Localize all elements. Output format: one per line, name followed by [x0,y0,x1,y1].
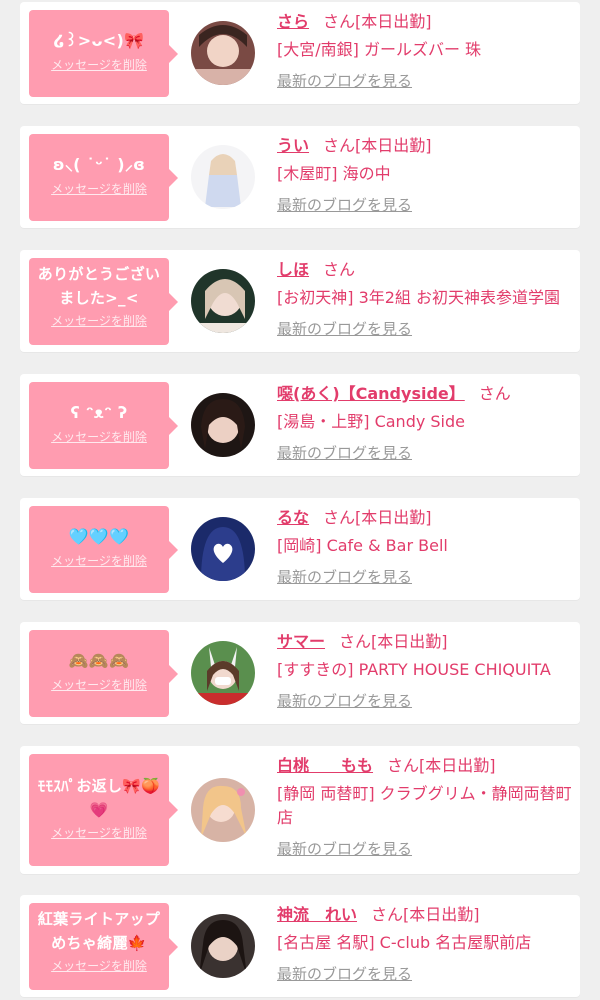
cast-info: うい さん[本日出勤] [木屋町] 海の中 最新のブログを見る [277,134,572,215]
cast-info: 神流 れい さん[本日出勤] [名古屋 名駅] C-club 名古屋駅前店 最新の… [277,903,572,984]
status-badge: [本日出勤] [355,508,432,527]
cast-name-link[interactable]: 神流 れい [277,905,357,924]
cast-name-link[interactable]: るな [277,508,309,527]
message-bubble: ʕ ᵔᴥᵔ ʔ メッセージを削除 [29,382,178,469]
view-blog-link[interactable]: 最新のブログを見る [277,963,412,984]
honorific: さん [478,384,511,403]
message-bubble: ありがとうござい ました>_< メッセージを削除 [29,258,178,345]
shop-name: [静岡 両替町] クラブグリム・静岡両替町店 [277,784,572,827]
avatar[interactable] [191,145,255,209]
avatar[interactable] [191,914,255,978]
cast-name-link[interactable]: しほ [277,260,309,279]
cast-name-link[interactable]: うい [277,136,309,155]
shop-name: [お初天神] 3年2組 お初天神表参道学園 [277,288,561,307]
message-card: ໒꒱>ᴗ<)🎀 メッセージを削除 さら さん[本日出勤] [大宮/南銀] ガールズ… [20,2,580,104]
shop-name: [名古屋 名駅] C-club 名古屋駅前店 [277,933,532,952]
message-bubble: ﾓﾓｽﾊﾟお返し🎀🍑 💗 メッセージを削除 [29,754,178,866]
delete-message-link[interactable]: メッセージを削除 [29,428,169,445]
delete-message-link[interactable]: メッセージを削除 [29,824,169,841]
status-badge: [本日出勤] [355,12,432,31]
cast-info: サマー さん[本日出勤] [すすきの] PARTY HOUSE CHIQUITA … [277,630,572,711]
cast-name-link[interactable]: 噁(あく)【Candyside】 [277,384,465,403]
message-bubble: 紅葉ライトアップ めちゃ綺麗🍁 メッセージを削除 [29,903,178,990]
message-card: 紅葉ライトアップ めちゃ綺麗🍁 メッセージを削除 神流 れい さん[本日出勤] [… [20,895,580,997]
status-badge: [本日出勤] [419,756,496,775]
avatar[interactable] [191,641,255,705]
avatar[interactable] [191,21,255,85]
view-blog-link[interactable]: 最新のブログを見る [277,318,412,339]
shop-name: [湯島・上野] Candy Side [277,412,466,431]
avatar[interactable] [191,269,255,333]
delete-message-link[interactable]: メッセージを削除 [29,180,169,197]
message-text: 🩵🩵🩵 [68,527,130,546]
message-text: ʚ⸜( ˙ᵕ˙ )⸝ɞ [52,155,146,174]
message-text: ໒꒱>ᴗ<)🎀 [53,31,145,50]
view-blog-link[interactable]: 最新のブログを見る [277,690,412,711]
status-badge: [本日出勤] [355,136,432,155]
message-card: ありがとうござい ました>_< メッセージを削除 しほ さん [お初天神] 3年2… [20,250,580,352]
cast-info: さら さん[本日出勤] [大宮/南銀] ガールズバー 珠 最新のブログを見る [277,10,572,91]
delete-message-link[interactable]: メッセージを削除 [29,312,169,329]
message-bubble: ʚ⸜( ˙ᵕ˙ )⸝ɞ メッセージを削除 [29,134,178,221]
message-text: 🙈🙈🙈 [68,651,130,670]
message-text: ﾓﾓｽﾊﾟお返し🎀🍑 💗 [37,777,161,819]
honorific: さん [339,632,372,651]
message-text: ありがとうござい ました>_< [37,265,161,307]
cast-info: しほ さん [お初天神] 3年2組 お初天神表参道学園 最新のブログを見る [277,258,572,339]
message-list: ໒꒱>ᴗ<)🎀 メッセージを削除 さら さん[本日出勤] [大宮/南銀] ガールズ… [0,0,600,1000]
delete-message-link[interactable]: メッセージを削除 [29,676,169,693]
view-blog-link[interactable]: 最新のブログを見る [277,566,412,587]
shop-name: [すすきの] PARTY HOUSE CHIQUITA [277,660,551,679]
message-bubble: ໒꒱>ᴗ<)🎀 メッセージを削除 [29,10,178,97]
cast-name-link[interactable]: サマー [277,632,325,651]
honorific: さん [323,508,356,527]
honorific: さん [323,12,356,31]
view-blog-link[interactable]: 最新のブログを見る [277,194,412,215]
honorific: さん [387,756,420,775]
message-card: 🩵🩵🩵 メッセージを削除 るな さん[本日出勤] [岡崎] Cafe & Bar … [20,498,580,600]
view-blog-link[interactable]: 最新のブログを見る [277,838,412,859]
shop-name: [木屋町] 海の中 [277,164,391,183]
view-blog-link[interactable]: 最新のブログを見る [277,70,412,91]
message-card: 🙈🙈🙈 メッセージを削除 サマー さん[本日出勤] [すすきの] PARTY HO… [20,622,580,724]
shop-name: [岡崎] Cafe & Bar Bell [277,536,448,555]
message-card: ﾓﾓｽﾊﾟお返し🎀🍑 💗 メッセージを削除 白桃 もも さん[本日出勤] [静岡 … [20,746,580,874]
honorific: さん [323,260,356,279]
avatar[interactable] [191,393,255,457]
message-bubble: 🙈🙈🙈 メッセージを削除 [29,630,178,717]
status-badge: [本日出勤] [371,632,448,651]
message-card: ʕ ᵔᴥᵔ ʔ メッセージを削除 噁(あく)【Candyside】 さん [湯島・… [20,374,580,476]
cast-info: 白桃 もも さん[本日出勤] [静岡 両替町] クラブグリム・静岡両替町店 最新の… [277,754,572,859]
cast-info: るな さん[本日出勤] [岡崎] Cafe & Bar Bell 最新のブログを見… [277,506,572,587]
message-card: ʚ⸜( ˙ᵕ˙ )⸝ɞ メッセージを削除 うい さん[本日出勤] [木屋町] 海の… [20,126,580,228]
honorific: さん [371,905,404,924]
cast-name-link[interactable]: 白桃 もも [277,756,373,775]
message-bubble: 🩵🩵🩵 メッセージを削除 [29,506,178,593]
shop-name: [大宮/南銀] ガールズバー 珠 [277,40,482,59]
delete-message-link[interactable]: メッセージを削除 [29,56,169,73]
honorific: さん [323,136,356,155]
cast-name-link[interactable]: さら [277,12,309,31]
avatar[interactable] [191,778,255,842]
delete-message-link[interactable]: メッセージを削除 [29,957,169,974]
delete-message-link[interactable]: メッセージを削除 [29,552,169,569]
avatar[interactable] [191,517,255,581]
message-text: 紅葉ライトアップ めちゃ綺麗🍁 [37,910,161,952]
view-blog-link[interactable]: 最新のブログを見る [277,442,412,463]
message-text: ʕ ᵔᴥᵔ ʔ [70,403,128,422]
cast-info: 噁(あく)【Candyside】 さん [湯島・上野] Candy Side 最新… [277,382,572,463]
status-badge: [本日出勤] [403,905,480,924]
